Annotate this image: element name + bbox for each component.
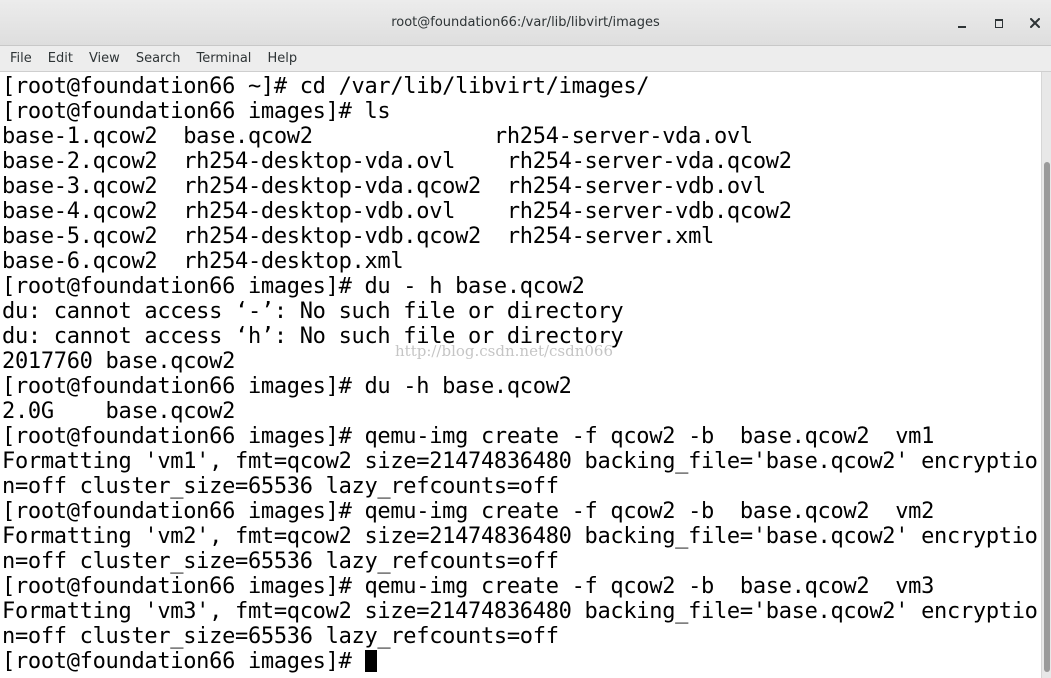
menu-view[interactable]: View xyxy=(81,48,128,69)
menu-help[interactable]: Help xyxy=(259,48,305,69)
terminal-line: 2017760 base.qcow2 xyxy=(2,349,236,374)
terminal-line: [root@foundation66 images]# du - h base.… xyxy=(2,274,585,299)
terminal-line: Formatting 'vm2', fmt=qcow2 size=2147483… xyxy=(2,524,1038,549)
terminal-line: base-5.qcow2 rh254-desktop-vdb.qcow2 rh2… xyxy=(2,224,714,249)
maximize-button[interactable] xyxy=(987,12,1011,34)
terminal-line: [root@foundation66 images]# ls xyxy=(2,99,391,124)
terminal-output[interactable]: [root@foundation66 ~]# cd /var/lib/libvi… xyxy=(0,72,1041,678)
terminal-line: du: cannot access ‘h’: No such file or d… xyxy=(2,324,624,349)
menu-search[interactable]: Search xyxy=(128,48,189,69)
text-cursor xyxy=(365,650,378,672)
menu-terminal[interactable]: Terminal xyxy=(188,48,259,69)
vertical-scrollbar[interactable] xyxy=(1041,72,1051,678)
terminal-line: [root@foundation66 images]# du -h base.q… xyxy=(2,374,572,399)
terminal-line: n=off cluster_size=65536 lazy_refcounts=… xyxy=(2,549,559,574)
terminal-line: base-2.qcow2 rh254-desktop-vda.ovl rh254… xyxy=(2,149,792,174)
terminal-prompt-line[interactable]: [root@foundation66 images]# xyxy=(2,649,1038,674)
terminal-line: [root@foundation66 images]# qemu-img cre… xyxy=(2,574,935,599)
window-title: root@foundation66:/var/lib/libvirt/image… xyxy=(391,15,660,30)
terminal-line: [root@foundation66 images]# qemu-img cre… xyxy=(2,424,935,449)
terminal-prompt: [root@foundation66 images]# xyxy=(2,649,365,674)
menu-file[interactable]: File xyxy=(2,48,40,69)
terminal-line: [root@foundation66 ~]# cd /var/lib/libvi… xyxy=(2,74,650,99)
menu-bar: File Edit View Search Terminal Help xyxy=(0,46,1051,72)
title-bar[interactable]: root@foundation66:/var/lib/libvirt/image… xyxy=(0,0,1051,46)
maximize-icon xyxy=(995,18,1003,28)
terminal-line: n=off cluster_size=65536 lazy_refcounts=… xyxy=(2,624,559,649)
terminal-lines: [root@foundation66 ~]# cd /var/lib/libvi… xyxy=(2,74,1038,674)
terminal-line: base-6.qcow2 rh254-desktop.xml xyxy=(2,249,404,274)
close-icon xyxy=(1030,18,1040,28)
terminal-line: base-1.qcow2 base.qcow2 rh254-server-vda… xyxy=(2,124,753,149)
terminal-line: 2.0G base.qcow2 xyxy=(2,399,236,424)
terminal-line: base-4.qcow2 rh254-desktop-vdb.ovl rh254… xyxy=(2,199,792,224)
scrollbar-thumb[interactable] xyxy=(1044,162,1050,672)
minimize-button[interactable] xyxy=(950,12,974,34)
terminal-line: Formatting 'vm1', fmt=qcow2 size=2147483… xyxy=(2,449,1038,474)
terminal-line: Formatting 'vm3', fmt=qcow2 size=2147483… xyxy=(2,599,1038,624)
terminal-line: n=off cluster_size=65536 lazy_refcounts=… xyxy=(2,474,559,499)
terminal-line: [root@foundation66 images]# qemu-img cre… xyxy=(2,499,935,524)
terminal-line: base-3.qcow2 rh254-desktop-vda.qcow2 rh2… xyxy=(2,174,766,199)
terminal-line: du: cannot access ‘-’: No such file or d… xyxy=(2,299,624,324)
menu-edit[interactable]: Edit xyxy=(40,48,81,69)
terminal-window: root@foundation66:/var/lib/libvirt/image… xyxy=(0,0,1051,678)
close-button[interactable] xyxy=(1023,12,1047,34)
minimize-icon xyxy=(958,26,966,28)
